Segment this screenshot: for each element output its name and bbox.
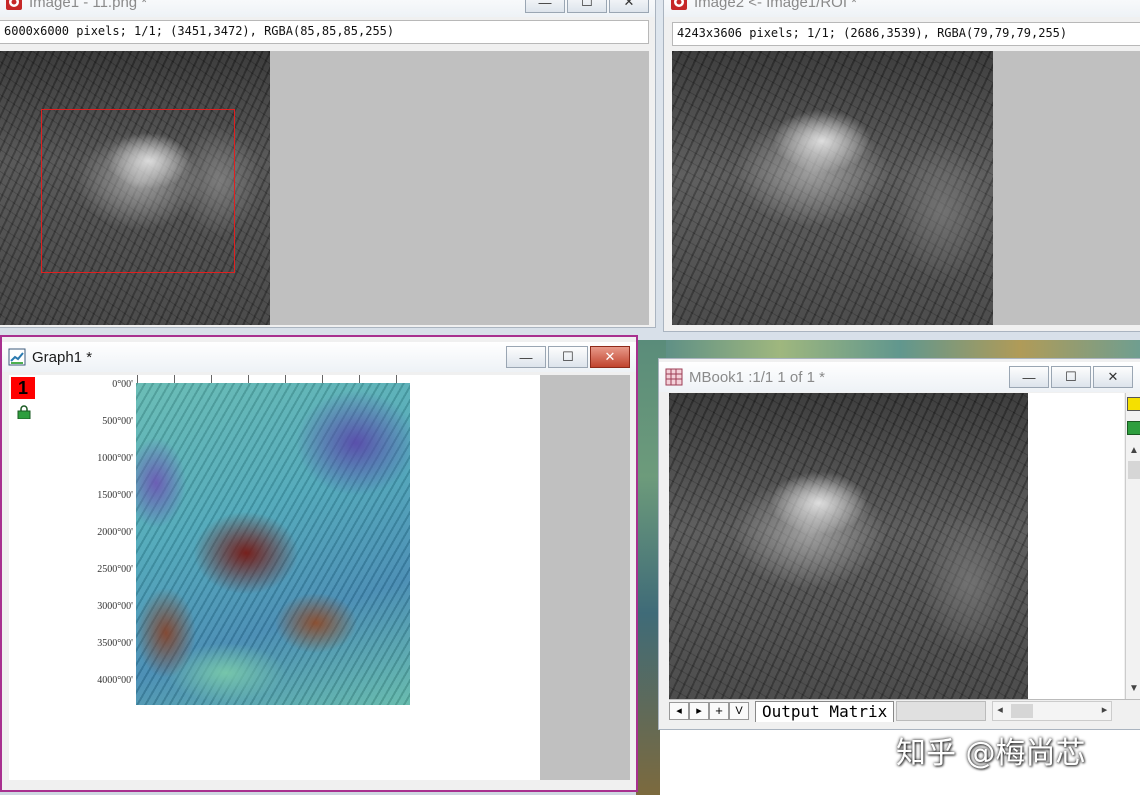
y-tick-label: 3000°00' [97, 601, 133, 612]
image1-window[interactable]: Image1 - 11.png * — ☐ ✕ 6000x6000 pixels… [0, 0, 656, 328]
y-tick-label: 2500°00' [97, 564, 133, 575]
mbook1-content [669, 393, 1124, 699]
minimize-button[interactable]: — [1009, 366, 1049, 388]
close-button[interactable]: ✕ [590, 346, 630, 368]
image2-title: Image2 <- Image1/ROI * [694, 0, 857, 11]
y-tick-label: 0°00' [112, 379, 133, 390]
image1-titlebar[interactable]: Image1 - 11.png * — ☐ ✕ [0, 0, 655, 17]
background-window-strip [660, 340, 1140, 358]
image2-titlebar[interactable]: Image2 <- Image1/ROI * [664, 0, 1140, 17]
roi-rectangle[interactable] [41, 109, 235, 273]
y-tick-label: 3500°00' [97, 638, 133, 649]
mbook1-title: MBook1 :1/1 1 of 1 * [689, 368, 825, 386]
sheet-tab-bar: ◂ ▸ + V Output Matrix ◂ ▸ [669, 699, 1140, 722]
minimize-button[interactable]: — [525, 0, 565, 13]
image1-title: Image1 - 11.png * [29, 0, 148, 11]
minimize-button[interactable]: — [506, 346, 546, 368]
graph1-title: Graph1 * [32, 348, 93, 366]
image2-canvas [672, 51, 1140, 325]
tab-bar-spacer [896, 701, 987, 721]
graph1-canvas: 1 0°00' 500°00' 1000°00' 1500°00' 2000°0… [9, 375, 540, 780]
watermark: 知乎 @梅尚芯 [896, 736, 1086, 771]
sheet-tab-output-matrix[interactable]: Output Matrix [755, 700, 895, 722]
layer-badge[interactable]: 1 [11, 377, 35, 399]
scroll-up-arrow[interactable]: ▲ [1129, 445, 1139, 456]
lock-icon[interactable] [1127, 421, 1140, 435]
scroll-down-arrow[interactable]: ▼ [1129, 683, 1139, 694]
sheet-list-button[interactable]: V [729, 702, 749, 720]
image1-info-bar: 6000x6000 pixels; 1/1; (3451,3472), RGBA… [0, 20, 649, 44]
image1-canvas [0, 51, 649, 325]
horizontal-scrollbar[interactable]: ◂ ▸ [992, 701, 1113, 721]
y-axis-labels: 0°00' 500°00' 1000°00' 1500°00' 2000°00'… [69, 379, 133, 689]
maximize-button[interactable]: ☐ [548, 346, 588, 368]
add-sheet-button[interactable]: + [709, 702, 729, 720]
scroll-thumb[interactable] [1128, 461, 1140, 479]
image-window-icon [671, 0, 687, 10]
image2-info-bar: 4243x3606 pixels; 1/1; (2686,3539), RGBA… [672, 22, 1140, 46]
image2-window[interactable]: Image2 <- Image1/ROI * 4243x3606 pixels;… [663, 0, 1140, 332]
mbook1-titlebar[interactable]: MBook1 :1/1 1 of 1 * — ☐ ✕ [659, 362, 1140, 392]
scroll-left-arrow[interactable]: ◂ [997, 703, 1003, 716]
y-tick-label: 500°00' [102, 416, 133, 427]
graph1-dem-surface [136, 383, 410, 705]
tab-prev-button[interactable]: ◂ [669, 702, 689, 720]
close-button[interactable]: ✕ [1093, 366, 1133, 388]
image1-dem-image [0, 51, 270, 325]
vertical-scrollbar[interactable]: ▲ ▼ [1125, 393, 1140, 699]
sheet-navigate-icon[interactable] [1127, 397, 1140, 411]
tab-next-button[interactable]: ▸ [689, 702, 709, 720]
y-tick-label: 2000°00' [97, 527, 133, 538]
graph1-window[interactable]: Graph1 * — ☐ ✕ 1 0°00' 500°00' 1000°00' … [0, 335, 638, 792]
maximize-button[interactable]: ☐ [567, 0, 607, 13]
graph1-gray-margin [540, 375, 630, 780]
lock-icon[interactable] [17, 405, 31, 419]
graph1-titlebar[interactable]: Graph1 * — ☐ ✕ [2, 342, 636, 372]
y-tick-label: 4000°00' [97, 675, 133, 686]
scroll-right-arrow[interactable]: ▸ [1102, 703, 1108, 716]
h-scroll-thumb[interactable] [1011, 704, 1034, 718]
matrix-book-icon [665, 368, 683, 386]
x-axis-ticks [137, 375, 409, 383]
graph-window-icon [8, 348, 26, 366]
maximize-button[interactable]: ☐ [1051, 366, 1091, 388]
y-tick-label: 1000°00' [97, 453, 133, 464]
image2-dem-image [672, 51, 993, 325]
mbook1-window[interactable]: MBook1 :1/1 1 of 1 * — ☐ ✕ ▲ ▼ ◂ ▸ + V O… [658, 358, 1140, 730]
close-button[interactable]: ✕ [609, 0, 649, 13]
mbook1-matrix-image [669, 393, 1028, 699]
y-tick-label: 1500°00' [97, 490, 133, 501]
image-window-icon [6, 0, 22, 10]
